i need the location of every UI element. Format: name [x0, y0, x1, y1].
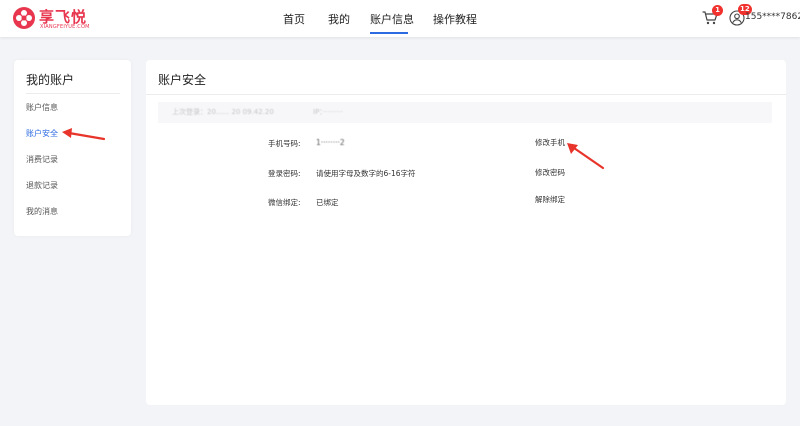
- change-phone-link[interactable]: 修改手机: [535, 137, 565, 148]
- nav-home[interactable]: 首页: [283, 11, 305, 27]
- logo-flower-icon: [13, 7, 35, 29]
- password-label: 登录密码:: [268, 169, 301, 178]
- password-hint: 请使用字母及数字的6-16字符: [316, 169, 416, 178]
- cart-badge: 1: [712, 5, 723, 16]
- nav-mine[interactable]: 我的: [328, 11, 350, 27]
- sidebar-item-consumption-records[interactable]: 消费记录: [26, 154, 58, 165]
- nav-tutorial[interactable]: 操作教程: [433, 11, 477, 27]
- last-login-bar: 上次登录：20...... 20 09.42.20 IP：·········: [158, 102, 772, 123]
- sidebar-title: 我的账户: [26, 73, 75, 87]
- brand-logo[interactable]: 享飞悦 XIANGFEIYUE.COM: [12, 5, 102, 33]
- last-login-ip: IP：·········: [313, 108, 343, 116]
- sidebar-divider: [26, 93, 120, 94]
- top-header: 享飞悦 XIANGFEIYUE.COM 首页 我的 账户信息 操作教程 1 12…: [0, 0, 800, 37]
- wechat-label: 微信绑定:: [268, 198, 301, 207]
- sidebar-item-account-info[interactable]: 账户信息: [26, 102, 58, 113]
- panel-divider: [146, 94, 786, 95]
- nav-account-info[interactable]: 账户信息: [370, 11, 414, 27]
- main-nav: 首页 我的 账户信息 操作教程: [0, 0, 800, 37]
- sidebar-item-account-security[interactable]: 账户安全: [26, 128, 58, 139]
- phone-label: 手机号码:: [268, 139, 301, 148]
- page-title: 账户安全: [158, 73, 207, 87]
- sidebar-item-my-messages[interactable]: 我的消息: [26, 206, 58, 217]
- last-login-time: 上次登录：20...... 20 09.42.20: [172, 108, 274, 116]
- logo-subtext: XIANGFEIYUE.COM: [40, 24, 90, 30]
- wechat-status: 已绑定: [316, 198, 339, 207]
- nav-active-underline: [370, 32, 408, 34]
- account-security-panel: 账户安全 上次登录：20...... 20 09.42.20 IP：······…: [146, 60, 786, 405]
- sidebar-item-refund-records[interactable]: 退款记录: [26, 180, 58, 191]
- change-password-link[interactable]: 修改密码: [535, 167, 565, 178]
- phone-value: 1········2: [316, 138, 345, 147]
- user-phone[interactable]: 155****7862: [745, 12, 800, 22]
- account-sidebar: 我的账户 账户信息 账户安全 消费记录 退款记录 我的消息: [14, 60, 131, 236]
- unbind-wechat-link[interactable]: 解除绑定: [535, 194, 565, 205]
